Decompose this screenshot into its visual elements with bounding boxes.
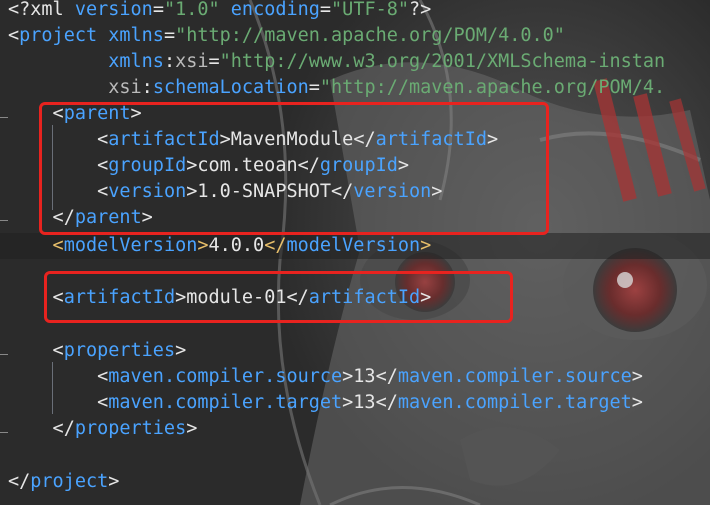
- artifactid-highlight-box: [44, 271, 513, 323]
- token-punct: [8, 77, 108, 98]
- code-line-properties-open[interactable]: <properties>: [8, 338, 187, 364]
- token-punct: >: [108, 471, 120, 492]
- token-punct: >: [631, 392, 643, 413]
- token-str: "UTF-8": [331, 0, 410, 20]
- token-punct: :: [163, 51, 176, 72]
- code-editor[interactable]: <?xml version="1.0" encoding="UTF-8"?> <p…: [0, 0, 710, 505]
- token-name: xmlns: [108, 25, 164, 46]
- code-line-compiler-target[interactable]: <maven.compiler.target>13</maven.compile…: [8, 390, 643, 416]
- token-punct: <: [8, 366, 109, 387]
- token-punct: >: [186, 418, 198, 439]
- token-tag: </: [264, 235, 287, 256]
- token-punct: </: [375, 366, 398, 387]
- token-text: 13: [353, 366, 376, 387]
- code-line-xmlns-xsi[interactable]: xmlns:xsi="http://www.w3.org/2001/XMLSch…: [8, 49, 665, 75]
- token-punct: >: [342, 366, 354, 387]
- token-punct: [8, 51, 108, 72]
- token-name: modelVersion: [286, 235, 421, 256]
- token-punct: ?>: [409, 0, 432, 20]
- token-str: "http://www.w3.org/2001/XMLSchema-instan: [219, 51, 666, 72]
- token-str: "1.0": [163, 0, 220, 20]
- token-name: maven.compiler.source: [108, 366, 343, 387]
- parent-highlight-box: [39, 102, 549, 235]
- token-punct: </: [8, 418, 75, 439]
- token-name: xmlns: [108, 51, 164, 72]
- gutter-fold-marker: [0, 354, 8, 355]
- token-name: properties: [63, 340, 176, 361]
- token-punct: =: [152, 0, 164, 20]
- code-line-project-open[interactable]: <project xmlns="http://maven.apache.org/…: [8, 23, 565, 49]
- token-name: schemaLocation: [152, 77, 309, 98]
- token-tag: >: [197, 235, 209, 256]
- token-tag: >: [420, 235, 432, 256]
- token-punct: =: [163, 25, 176, 46]
- token-attr: xsi: [108, 77, 142, 98]
- token-punct: [97, 25, 108, 46]
- token-name: maven.compiler.target: [397, 392, 632, 413]
- token-attr: xsi: [175, 51, 209, 72]
- token-punct: =: [308, 77, 320, 98]
- token-name: project: [30, 471, 109, 492]
- token-tag: <: [8, 235, 64, 256]
- code-line-project-close[interactable]: </project>: [8, 469, 119, 495]
- token-punct: >: [175, 340, 187, 361]
- token-punct: <?: [8, 0, 31, 20]
- gutter-fold-marker: [0, 220, 8, 221]
- token-punct: [220, 0, 231, 20]
- token-punct: >: [342, 392, 354, 413]
- token-text: 4.0.0: [208, 235, 265, 256]
- token-str: "http://maven.apache.org/POM/4.0.0": [175, 25, 565, 46]
- token-punct: <: [8, 392, 109, 413]
- gutter-fold-marker: [0, 432, 8, 433]
- token-str: "http://maven.apache.org/POM/4.: [319, 77, 666, 98]
- code-line-schema-location[interactable]: xsi:schemaLocation="http://maven.apache.…: [8, 75, 665, 101]
- token-text: 13: [353, 392, 376, 413]
- token-name: maven.compiler.target: [108, 392, 343, 413]
- code-line-model-version[interactable]: <modelVersion>4.0.0</modelVersion>: [8, 233, 432, 259]
- code-line-xml-decl[interactable]: <?xml version="1.0" encoding="UTF-8"?>: [8, 0, 431, 23]
- token-punct: </: [8, 471, 31, 492]
- token-name: maven.compiler.source: [397, 366, 632, 387]
- token-punct: <: [8, 340, 64, 361]
- code-line-compiler-source[interactable]: <maven.compiler.source>13</maven.compile…: [8, 364, 643, 390]
- token-punct: =: [319, 0, 332, 20]
- code-line-properties-close[interactable]: </properties>: [8, 416, 198, 442]
- token-decl: xml: [30, 0, 75, 20]
- token-name: version: [74, 0, 153, 20]
- token-punct: <: [8, 25, 20, 46]
- token-name: properties: [74, 418, 187, 439]
- token-punct: </: [375, 392, 398, 413]
- token-punct: >: [631, 366, 643, 387]
- gutter-fold-marker: [0, 117, 8, 118]
- token-name: encoding: [230, 0, 320, 20]
- token-name: project: [19, 25, 98, 46]
- token-name: modelVersion: [63, 235, 198, 256]
- token-punct: :: [141, 77, 153, 98]
- token-punct: =: [208, 51, 220, 72]
